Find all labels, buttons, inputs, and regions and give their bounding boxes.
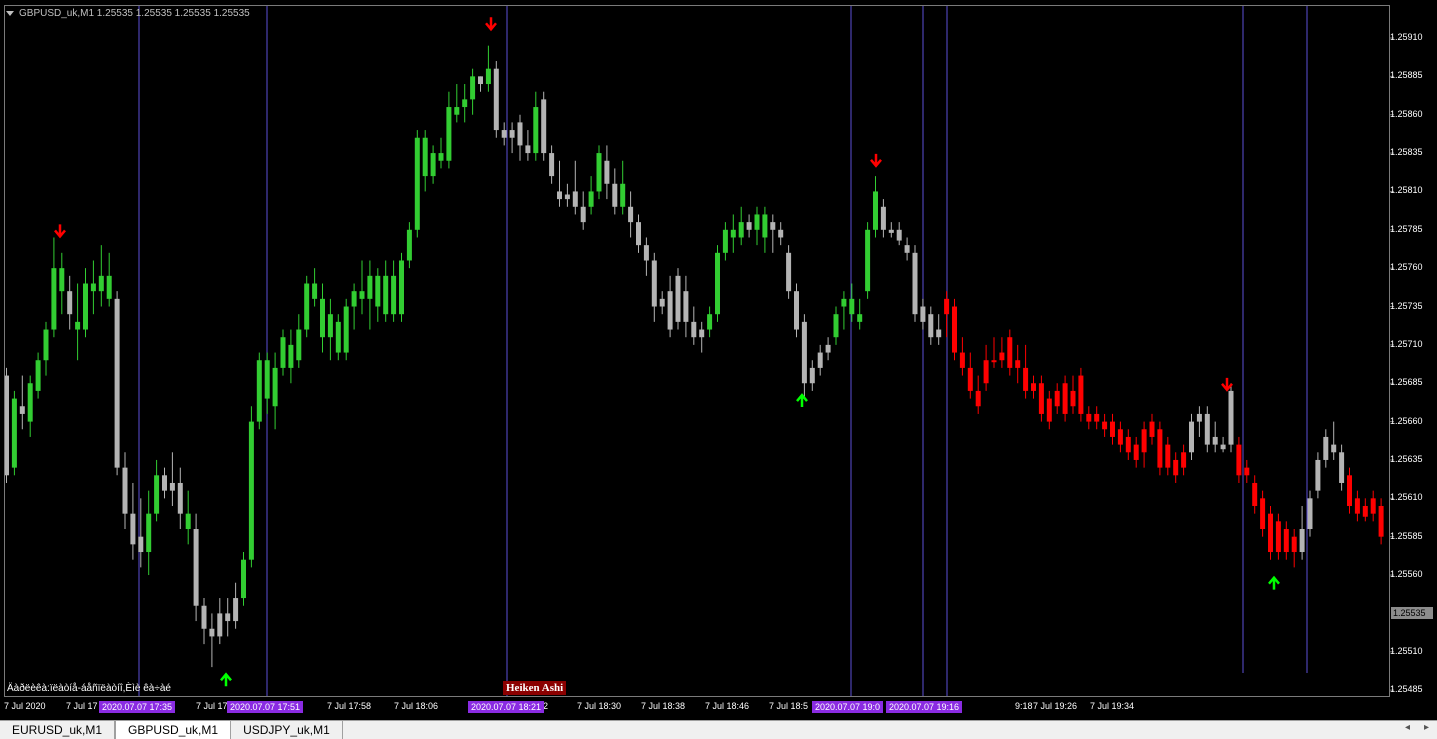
time-tick-label: 7 Jul 19:26 <box>1033 701 1078 711</box>
time-marker-label: 2020.07.07 17:35 <box>99 701 176 713</box>
time-tick-label: 7 Jul 18:30 <box>577 701 622 711</box>
price-tick-label: 1.25910 <box>1390 32 1423 42</box>
price-tick-label: 1.25885 <box>1390 70 1423 81</box>
time-tick-label: 7 Jul 19:34 <box>1090 701 1135 711</box>
symbol-header-text: GBPUSD_uk,M1 1.25535 1.25535 1.25535 1.2… <box>19 8 250 19</box>
chart-tab-bar: EURUSD_uk,M1 GBPUSD_uk,M1 USDJPY_uk,M1 <box>0 720 1437 739</box>
price-tick-label: 1.25635 <box>1390 453 1423 464</box>
price-tick-label: 1.25810 <box>1390 185 1423 196</box>
tab-scroll-controls: ◂ ▸ <box>1405 722 1429 733</box>
time-tick-label: 7 Jul 17 <box>196 701 228 711</box>
collapse-triangle-icon[interactable] <box>6 11 14 16</box>
time-tick-label: 7 Jul 2020 <box>4 701 46 711</box>
symbol-header: GBPUSD_uk,M1 1.25535 1.25535 1.25535 1.2… <box>6 8 250 19</box>
price-tick-label: 1.25585 <box>1390 530 1423 541</box>
price-tick-label: 1.25610 <box>1390 492 1423 503</box>
time-tick-label: 7 Jul 18:06 <box>394 701 439 711</box>
price-tick-label: 1.25710 <box>1390 338 1423 349</box>
current-price-marker: 1.25535 <box>1391 607 1433 619</box>
time-tick-label: 7 Jul 17:58 <box>327 701 372 711</box>
price-tick-label: 1.25685 <box>1390 377 1423 388</box>
indicator-text: Äàðëèêà:ïëàòíå-áåñïëàòíî,Èìè êà÷àé <box>7 683 171 694</box>
time-tick-label: 7 Jul 18:38 <box>641 701 686 711</box>
time-marker-label: 2020.07.07 19:16 <box>886 701 963 713</box>
chart-area[interactable]: GBPUSD_uk,M1 1.25535 1.25535 1.25535 1.2… <box>0 0 1437 720</box>
price-tick-label: 1.25785 <box>1390 223 1423 234</box>
price-tick-label: 1.25560 <box>1390 569 1423 580</box>
price-tick-label: 1.25485 <box>1390 684 1423 695</box>
time-marker-label: 2020.07.07 19:0 <box>812 701 884 713</box>
time-tick-label: 7 Jul 18:46 <box>705 701 750 711</box>
time-tick-label: 9:18 <box>1015 701 1033 711</box>
price-tick-label: 1.25660 <box>1390 415 1423 426</box>
time-marker-label: 2020.07.07 17:51 <box>227 701 304 713</box>
price-tick-label: 1.25760 <box>1390 262 1423 273</box>
time-tick-label: 7 Jul 17 <box>66 701 98 711</box>
heiken-ashi-label: Heiken Ashi <box>503 681 567 695</box>
scroll-right-icon[interactable]: ▸ <box>1424 722 1429 733</box>
chart-tab[interactable]: GBPUSD_uk,M1 <box>115 721 232 739</box>
chart-frame <box>4 5 1390 697</box>
time-tick-label: 7 Jul 18:5 <box>769 701 809 711</box>
chart-tab[interactable]: USDJPY_uk,M1 <box>231 721 343 739</box>
price-tick-label: 1.25510 <box>1390 645 1423 656</box>
price-tick-label: 1.25835 <box>1390 147 1423 158</box>
chart-tab[interactable]: EURUSD_uk,M1 <box>0 721 116 739</box>
scroll-left-icon[interactable]: ◂ <box>1405 722 1410 733</box>
price-tick-label: 1.25860 <box>1390 108 1423 119</box>
price-tick-label: 1.25735 <box>1390 300 1423 311</box>
time-marker-label: 2020.07.07 18:21 <box>468 701 545 713</box>
